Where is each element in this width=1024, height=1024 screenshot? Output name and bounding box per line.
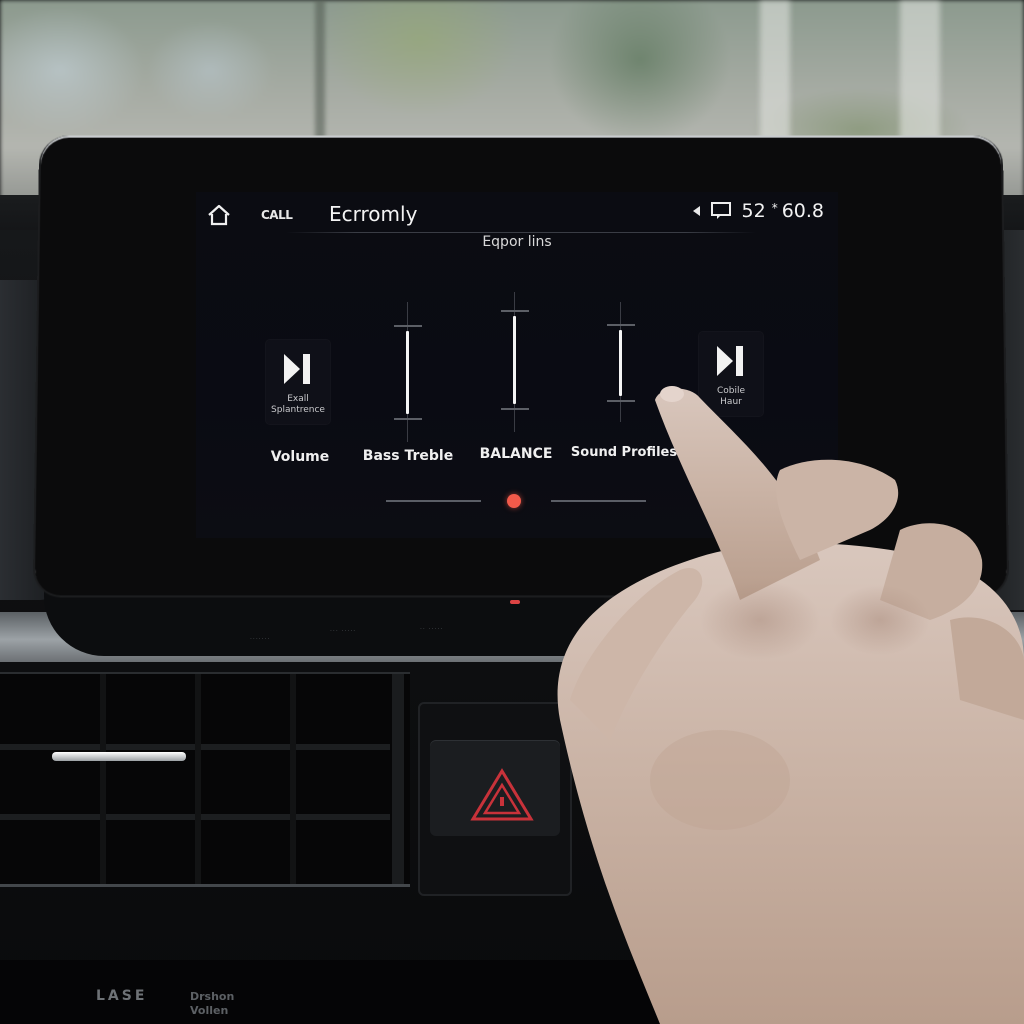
vent-frame <box>392 674 404 884</box>
pager-dot-active[interactable] <box>507 494 521 508</box>
bass-treble-slider[interactable] <box>388 302 428 442</box>
lower-console: LASE Drshon Vollen <box>0 960 1024 1024</box>
label-sound-profiles[interactable]: Sound Profiles <box>571 445 677 460</box>
lower-touch-panel <box>44 588 604 656</box>
slider-handle[interactable] <box>394 325 422 327</box>
page-indicator <box>386 492 646 508</box>
slider-fill <box>513 316 516 404</box>
status-bar: CALL Ecrromly 52 * 60.8 <box>196 192 838 238</box>
message-icon[interactable] <box>710 201 732 221</box>
console-button-label[interactable]: Drshon <box>190 990 234 1003</box>
tile-caption: Haur <box>720 397 742 407</box>
status-value-right: 60.8 <box>781 200 824 222</box>
background-post <box>315 0 325 140</box>
tile-caption: Cobile <box>716 386 746 396</box>
hazard-triangle-icon <box>470 768 534 821</box>
skip-next-icon <box>284 354 310 384</box>
vent-vane <box>100 674 106 884</box>
console-button-label: Vollen <box>190 1004 229 1017</box>
car-interior-scene: ······· ··· ····· ·· ····· LASE Drshon V… <box>0 0 1024 1024</box>
balance-slider[interactable] <box>495 292 535 432</box>
slider-handle[interactable] <box>394 418 422 420</box>
slider-fill <box>406 331 409 414</box>
hazard-button[interactable] <box>430 740 560 836</box>
status-divider <box>286 232 756 233</box>
panel-marking: ·· ····· <box>420 626 444 633</box>
slider-handle[interactable] <box>501 408 529 410</box>
call-button[interactable]: CALL <box>261 208 293 222</box>
slider-handle[interactable] <box>607 324 635 326</box>
section-subtitle: Eqpor lins <box>482 234 552 250</box>
slider-fill <box>619 330 622 396</box>
status-separator: * <box>771 201 778 215</box>
pager-line <box>551 500 646 502</box>
tile-caption: Exall <box>287 394 309 404</box>
status-indicators: 52 * 60.8 <box>692 200 824 222</box>
label-balance[interactable]: BALANCE <box>480 446 553 462</box>
home-icon[interactable] <box>206 202 232 228</box>
label-bass-treble[interactable]: Bass Treble <box>363 448 453 464</box>
tile-caption: Splantrence <box>271 405 325 415</box>
left-skip-tile[interactable]: Exall Splantrence <box>266 340 330 424</box>
status-value-left: 52 <box>741 200 766 222</box>
slider-handle[interactable] <box>501 310 529 312</box>
pager-line <box>386 500 481 502</box>
air-vent <box>0 672 410 887</box>
vent-adjust-knob[interactable] <box>52 752 186 761</box>
app-title: Ecrromly <box>329 202 418 226</box>
slider-handle[interactable] <box>607 400 635 402</box>
sound-profiles-slider[interactable] <box>601 302 641 422</box>
vent-vane <box>195 674 201 884</box>
vent-vane <box>290 674 296 884</box>
panel-marking: ··· ····· <box>330 628 357 635</box>
indicator-led <box>510 600 520 604</box>
console-button-label[interactable]: LASE <box>96 988 147 1004</box>
back-triangle-icon[interactable] <box>692 206 700 216</box>
label-volume[interactable]: Volume <box>271 449 330 465</box>
panel-marking: ······· <box>250 636 271 643</box>
right-skip-tile[interactable]: Cobile Haur <box>699 332 763 416</box>
infotainment-screen: CALL Ecrromly 52 * 60.8 Eqpor lins Exall <box>196 192 838 538</box>
skip-next-icon <box>717 346 743 376</box>
